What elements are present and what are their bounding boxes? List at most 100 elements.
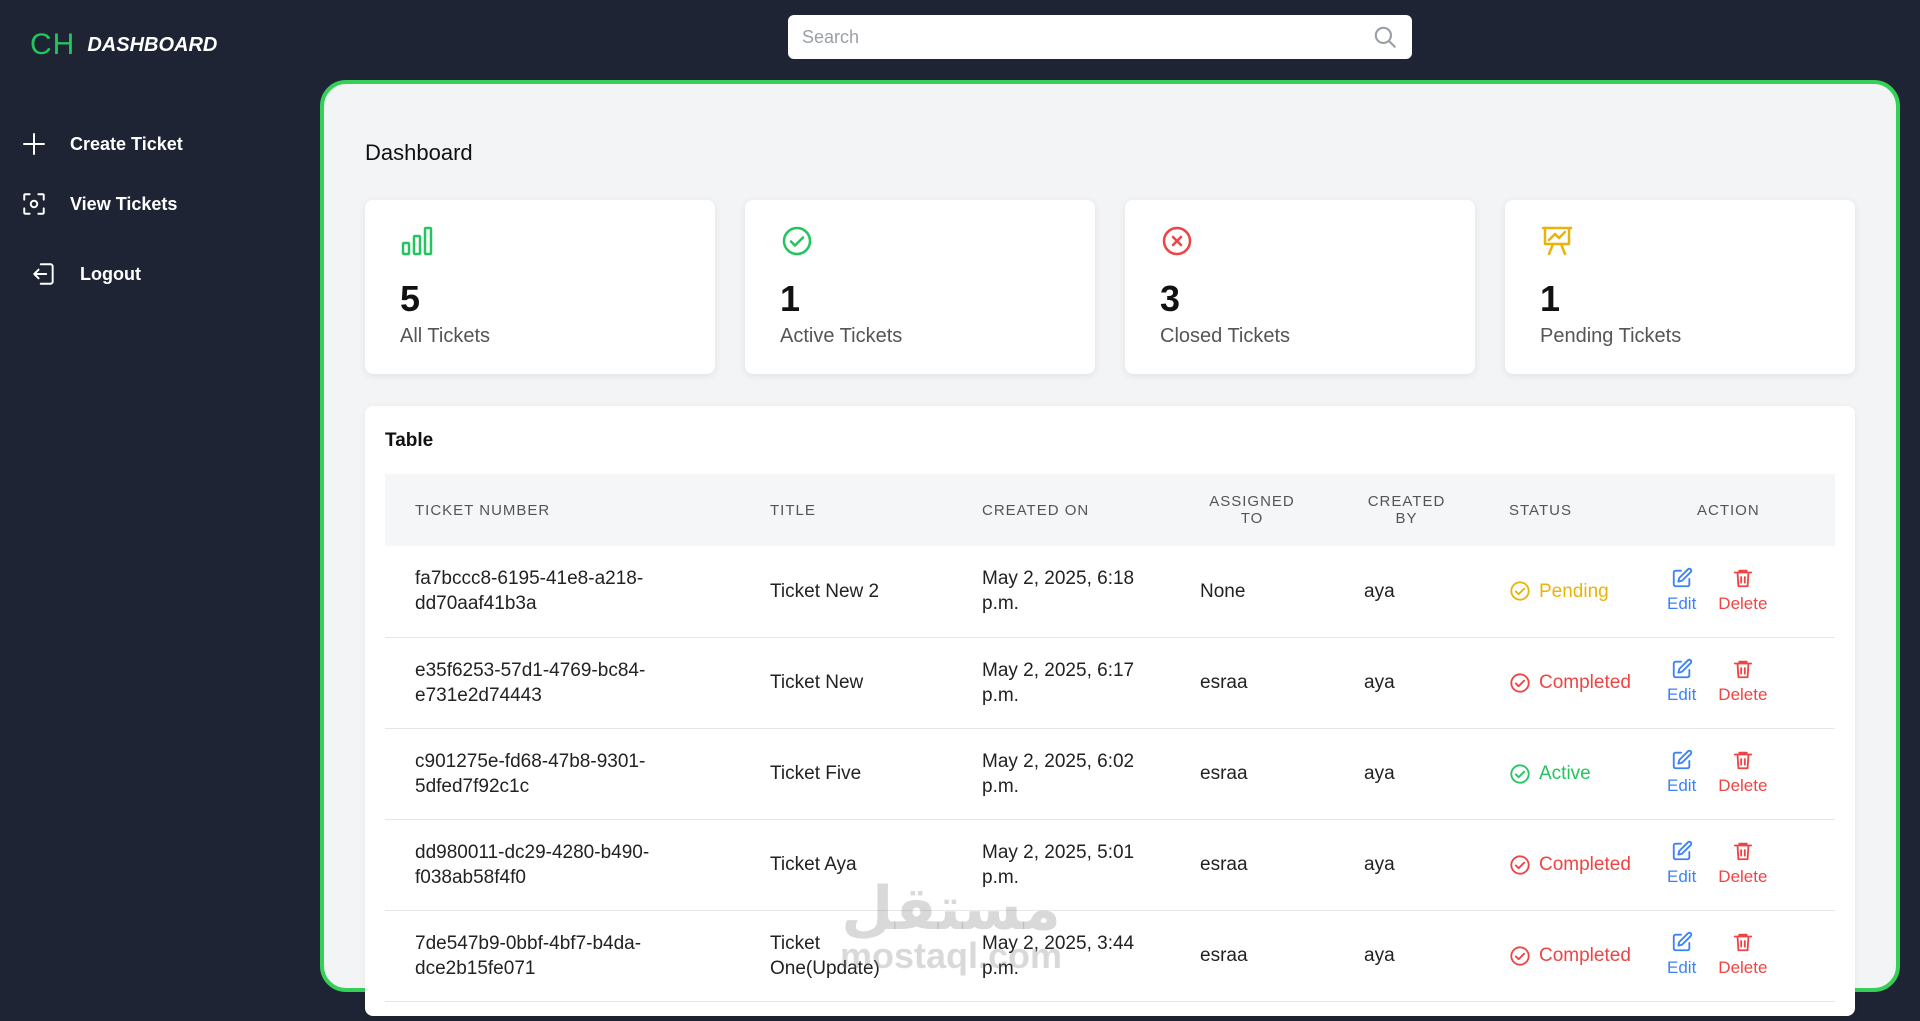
table-row: dd980011-dc29-4280-b490- f038ab58f4f0 Tick…	[385, 819, 1835, 910]
delete-button[interactable]: Delete	[1718, 840, 1767, 889]
tickets-table-card: Table Ticket Number Title Created On ASS…	[365, 406, 1855, 1016]
stat-card-active: 1 Active Tickets	[745, 200, 1095, 374]
cell-ticket-number: dd980011-dc29-4280-b490- f038ab58f4f0	[415, 841, 650, 888]
stat-value: 5	[400, 278, 421, 319]
delete-button[interactable]: Delete	[1718, 658, 1767, 707]
sidebar-item-logout[interactable]: Logout	[20, 254, 183, 294]
search-input[interactable]	[802, 26, 1372, 48]
trash-icon	[1733, 842, 1753, 861]
cell-assigned-to: esraa	[1200, 945, 1248, 966]
cell-title: Ticket Five	[770, 763, 862, 784]
search-icon[interactable]	[1372, 24, 1398, 50]
edit-button[interactable]: Edit	[1667, 840, 1696, 889]
cell-status: Active	[1479, 728, 1667, 819]
column-header-title: Title	[770, 501, 816, 519]
cell-ticket-number: c901275e-fd68-47b8-9301- 5dfed7f92c1c	[415, 750, 646, 797]
sidebar-item-label: Create Ticket	[70, 133, 183, 154]
cell-title: Ticket New 2	[770, 580, 880, 602]
table-header-row: Ticket Number Title Created On ASSIGNED T…	[385, 474, 1835, 546]
trash-icon	[1733, 569, 1753, 587]
cell-created-on: May 2, 2025, 5:01 p.m.	[982, 841, 1135, 888]
cell-assigned-to: esraa	[1200, 672, 1248, 693]
status-badge: Active	[1509, 761, 1667, 786]
sidebar-item-view-tickets[interactable]: View Tickets	[20, 184, 183, 224]
status-badge: Pending	[1509, 579, 1667, 604]
stat-card-all: 5 All Tickets	[365, 200, 715, 374]
cell-created-on: May 2, 2025, 3:44 p.m.	[982, 932, 1135, 979]
x-circle-icon	[1162, 226, 1192, 256]
cell-status: Completed	[1479, 637, 1667, 728]
cell-ticket-number: 7de547b9-0bbf-4bf7-b4da-dce2b15fe071	[415, 932, 642, 979]
check-circle-icon	[1510, 763, 1530, 784]
logout-icon	[30, 260, 58, 288]
column-header-created-on: Created On	[982, 501, 1090, 519]
cell-action: Edit Delete	[1667, 637, 1835, 728]
stat-label: All Tickets	[400, 325, 491, 347]
stat-value: 3	[1160, 278, 1181, 319]
edit-icon	[1672, 749, 1692, 770]
cell-ticket-number: e35f6253-57d1-4769-bc84- e731e2d74443	[415, 659, 646, 706]
cell-created-by: aya	[1364, 580, 1395, 602]
cell-action: Edit Delete	[1667, 910, 1835, 1001]
column-header-action: Action	[1697, 501, 1760, 519]
stat-label: Active Tickets	[780, 325, 903, 347]
status-badge: Completed	[1509, 852, 1667, 877]
column-header-created-by: CREATED BY	[1367, 493, 1446, 527]
brand-logo[interactable]: CH DASHBOARD	[30, 28, 217, 62]
stat-label: Closed Tickets	[1160, 325, 1291, 347]
cell-ticket-number: fa7bccc8-6195-41e8-a218- dd70aaf41b3a	[415, 568, 644, 615]
trash-icon	[1733, 751, 1753, 770]
stat-value: 1	[780, 278, 801, 319]
cell-action: Edit Delete	[1667, 728, 1835, 819]
delete-button[interactable]: Delete	[1718, 567, 1767, 616]
tickets-table: Ticket Number Title Created On ASSIGNED T…	[385, 474, 1835, 1002]
check-circle-icon	[1510, 854, 1530, 875]
brand-short: CH	[30, 28, 76, 61]
cell-title: Ticket Aya	[770, 854, 857, 875]
status-badge: Completed	[1509, 943, 1667, 968]
cell-created-by: aya	[1364, 763, 1395, 784]
cell-assigned-to: None	[1200, 580, 1246, 602]
cell-assigned-to: esraa	[1200, 854, 1248, 875]
cell-created-by: aya	[1364, 672, 1395, 693]
column-header-assigned-to: ASSIGNED TO	[1209, 493, 1295, 527]
check-circle-icon	[782, 226, 812, 256]
stat-cards: 5 All Tickets 1 Active Tickets 3 Closed …	[365, 200, 1855, 374]
column-header-status: Status	[1509, 501, 1572, 519]
stat-card-pending: 1 Pending Tickets	[1505, 200, 1855, 374]
delete-button[interactable]: Delete	[1718, 931, 1767, 980]
stat-value: 1	[1540, 278, 1561, 319]
sidebar-nav: Create Ticket View Tickets Logout	[20, 124, 183, 314]
cell-created-on: May 2, 2025, 6:18 p.m.	[982, 568, 1135, 615]
sidebar-item-label: Logout	[80, 263, 141, 284]
table-title: Table	[385, 430, 434, 451]
cell-action: Edit Delete	[1667, 819, 1835, 910]
cell-created-on: May 2, 2025, 6:02 p.m.	[982, 750, 1135, 797]
delete-button[interactable]: Delete	[1718, 749, 1767, 798]
edit-button[interactable]: Edit	[1667, 931, 1696, 980]
cell-title: Ticket One(Update)	[770, 932, 880, 979]
cell-created-by: aya	[1364, 854, 1395, 875]
edit-icon	[1672, 931, 1692, 952]
stat-card-closed: 3 Closed Tickets	[1125, 200, 1475, 374]
clock-check-icon	[1510, 581, 1530, 601]
cell-title: Ticket New	[770, 672, 864, 693]
trash-icon	[1733, 660, 1753, 679]
plus-icon	[20, 130, 48, 158]
search-bar[interactable]	[788, 15, 1412, 59]
cell-status: Completed	[1479, 910, 1667, 1001]
edit-button[interactable]: Edit	[1667, 567, 1696, 616]
cell-action: Edit Delete	[1667, 546, 1835, 637]
edit-button[interactable]: Edit	[1667, 749, 1696, 798]
stat-label: Pending Tickets	[1540, 325, 1682, 347]
edit-icon	[1672, 840, 1692, 861]
table-row: 7de547b9-0bbf-4bf7-b4da-dce2b15fe071 Tick…	[385, 910, 1835, 1001]
status-badge: Completed	[1509, 670, 1667, 695]
edit-button[interactable]: Edit	[1667, 658, 1696, 707]
trash-icon	[1733, 933, 1753, 952]
bar-chart-icon	[401, 226, 433, 256]
check-circle-icon	[1510, 945, 1530, 966]
cell-created-by: aya	[1364, 945, 1395, 966]
sidebar-item-create-ticket[interactable]: Create Ticket	[20, 124, 183, 164]
cell-created-on: May 2, 2025, 6:17 p.m.	[982, 659, 1135, 706]
